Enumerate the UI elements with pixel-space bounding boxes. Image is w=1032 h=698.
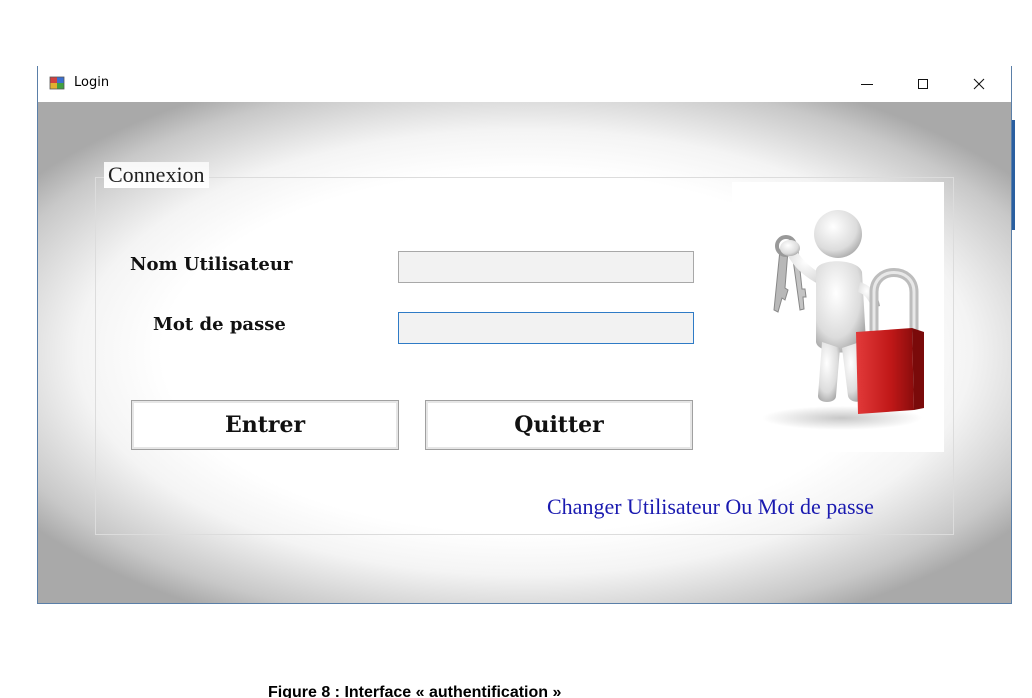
maximize-icon	[918, 79, 928, 89]
minimize-button[interactable]	[844, 66, 890, 102]
minimize-icon	[861, 84, 873, 85]
change-credentials-link[interactable]: Changer Utilisateur Ou Mot de passe	[547, 494, 874, 520]
enter-button[interactable]: Entrer	[131, 400, 399, 450]
title-bar[interactable]: Login	[38, 66, 1011, 102]
document-page: Login Connexion Nom Utilisateur Mot de p…	[0, 0, 1032, 698]
password-label: Mot de passe	[153, 314, 286, 335]
window-edge-accent	[1012, 120, 1015, 230]
figure-caption: Figure 8 : Interface « authentification …	[268, 684, 562, 698]
login-window: Login Connexion Nom Utilisateur Mot de p…	[37, 66, 1015, 604]
person-with-keys-and-padlock-icon	[762, 210, 924, 430]
password-input[interactable]	[398, 312, 694, 344]
app-icon	[49, 76, 65, 90]
window-title: Login	[74, 75, 110, 90]
quit-button[interactable]: Quitter	[425, 400, 693, 450]
username-label: Nom Utilisateur	[130, 254, 293, 275]
maximize-button[interactable]	[900, 66, 946, 102]
close-button[interactable]	[956, 66, 1002, 102]
connexion-groupbox: Connexion Nom Utilisateur Mot de passe E…	[95, 162, 954, 535]
groupbox-title: Connexion	[104, 162, 209, 188]
login-illustration	[732, 182, 944, 452]
client-area: Connexion Nom Utilisateur Mot de passe E…	[38, 102, 1011, 603]
username-input[interactable]	[398, 251, 694, 283]
close-icon	[973, 78, 985, 90]
